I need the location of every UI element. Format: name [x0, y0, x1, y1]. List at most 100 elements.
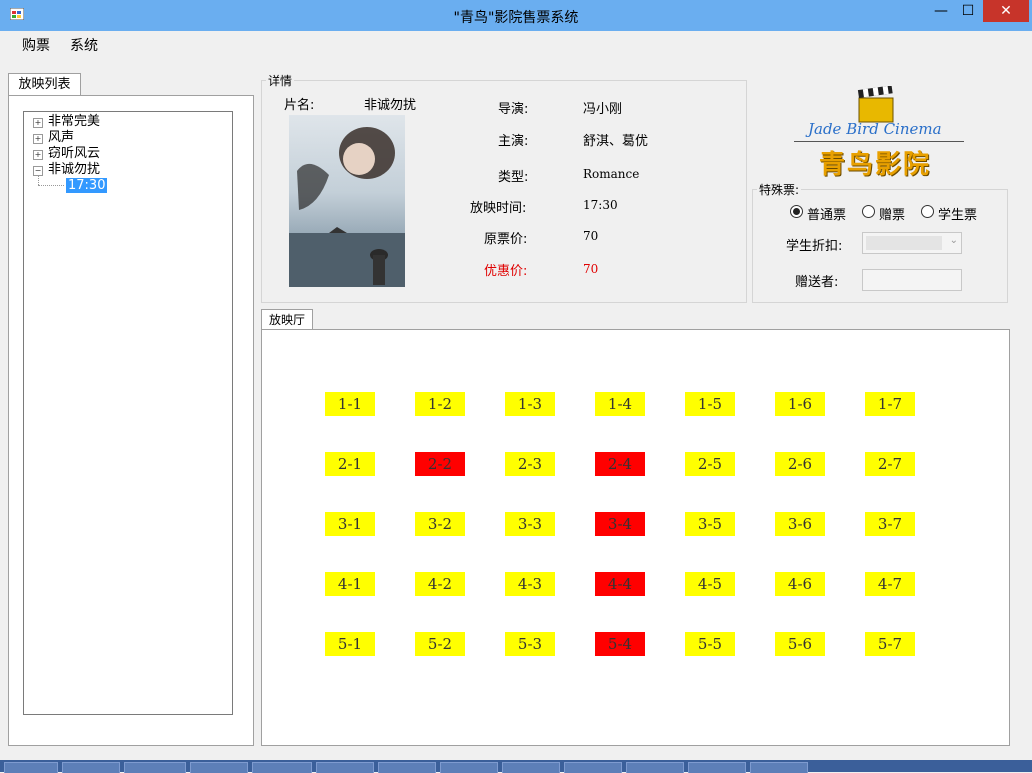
- seat-2-7[interactable]: 2-7: [865, 452, 915, 476]
- menu-bar: 购票 系统: [0, 31, 1032, 56]
- movie-poster: [289, 115, 405, 287]
- selected-time-label[interactable]: 17:30: [66, 178, 107, 193]
- taskbar-button[interactable]: [688, 762, 746, 773]
- seat-3-5[interactable]: 3-5: [685, 512, 735, 536]
- seat-5-4[interactable]: 5-4: [595, 632, 645, 656]
- menu-system[interactable]: 系统: [70, 35, 98, 55]
- taskbar: [0, 760, 1032, 772]
- seat-5-3[interactable]: 5-3: [505, 632, 555, 656]
- seat-3-6[interactable]: 3-6: [775, 512, 825, 536]
- seat-1-3[interactable]: 1-3: [505, 392, 555, 416]
- seat-5-2[interactable]: 5-2: [415, 632, 465, 656]
- taskbar-button[interactable]: [750, 762, 808, 773]
- seat-1-1[interactable]: 1-1: [325, 392, 375, 416]
- tree-line: [38, 176, 40, 185]
- expand-icon[interactable]: +: [33, 150, 43, 160]
- type-value: Romance: [583, 167, 639, 181]
- tab-hall[interactable]: 放映厅: [261, 309, 313, 330]
- seat-2-2[interactable]: 2-2: [415, 452, 465, 476]
- collapse-icon[interactable]: −: [33, 166, 43, 176]
- chevron-down-icon: ⌄: [950, 235, 958, 246]
- expand-icon[interactable]: +: [33, 118, 43, 128]
- seat-5-7[interactable]: 5-7: [865, 632, 915, 656]
- seat-4-3[interactable]: 4-3: [505, 572, 555, 596]
- seat-1-2[interactable]: 1-2: [415, 392, 465, 416]
- taskbar-button[interactable]: [4, 762, 58, 773]
- select-display: [866, 236, 942, 250]
- seat-1-4[interactable]: 1-4: [595, 392, 645, 416]
- clapperboard-icon: [856, 86, 896, 124]
- window-title: "青鸟"影院售票系统: [0, 7, 1032, 27]
- tree-time-item[interactable]: 17:30: [66, 178, 107, 193]
- seat-5-5[interactable]: 5-5: [685, 632, 735, 656]
- seat-3-3[interactable]: 3-3: [505, 512, 555, 536]
- taskbar-button[interactable]: [626, 762, 684, 773]
- seat-4-1[interactable]: 4-1: [325, 572, 375, 596]
- seat-4-5[interactable]: 4-5: [685, 572, 735, 596]
- showtime-label: 放映时间:: [470, 197, 526, 216]
- seat-3-7[interactable]: 3-7: [865, 512, 915, 536]
- normal-ticket-label[interactable]: 普通票: [807, 204, 846, 223]
- gift-ticket-label[interactable]: 赠票: [879, 204, 905, 223]
- seat-4-2[interactable]: 4-2: [415, 572, 465, 596]
- seat-2-4[interactable]: 2-4: [595, 452, 645, 476]
- tree-movie-item[interactable]: 窃听风云: [48, 146, 100, 161]
- maximize-button[interactable]: ☐: [953, 0, 983, 22]
- gift-ticket-radio[interactable]: [862, 205, 875, 218]
- taskbar-button[interactable]: [190, 762, 248, 773]
- seat-1-6[interactable]: 1-6: [775, 392, 825, 416]
- seat-1-5[interactable]: 1-5: [685, 392, 735, 416]
- logo-english-text: Jade Bird Cinema: [808, 120, 942, 138]
- expand-icon[interactable]: +: [33, 134, 43, 144]
- details-caption: 详情: [266, 72, 294, 89]
- student-discount-label: 学生折扣:: [786, 235, 842, 254]
- seat-1-7[interactable]: 1-7: [865, 392, 915, 416]
- showtime-value: 17:30: [583, 198, 618, 212]
- seat-2-3[interactable]: 2-3: [505, 452, 555, 476]
- taskbar-button[interactable]: [502, 762, 560, 773]
- taskbar-button[interactable]: [124, 762, 186, 773]
- seat-3-2[interactable]: 3-2: [415, 512, 465, 536]
- close-button[interactable]: ✕: [983, 0, 1029, 22]
- cinema-logo: Jade Bird Cinema 青鸟影院: [790, 84, 980, 182]
- normal-ticket-radio[interactable]: [790, 205, 803, 218]
- student-ticket-radio[interactable]: [921, 205, 934, 218]
- tab-screening-list[interactable]: 放映列表: [8, 73, 81, 96]
- director-value: 冯小刚: [583, 98, 622, 117]
- tree-movie-item[interactable]: 风声: [48, 130, 74, 145]
- taskbar-button[interactable]: [378, 762, 436, 773]
- seat-5-1[interactable]: 5-1: [325, 632, 375, 656]
- taskbar-button[interactable]: [316, 762, 374, 773]
- student-ticket-label[interactable]: 学生票: [938, 204, 977, 223]
- seat-4-4[interactable]: 4-4: [595, 572, 645, 596]
- seat-5-6[interactable]: 5-6: [775, 632, 825, 656]
- tree-movie-item[interactable]: 非诚勿扰: [48, 162, 100, 177]
- gifter-input[interactable]: [862, 269, 962, 291]
- seat-2-6[interactable]: 2-6: [775, 452, 825, 476]
- seat-4-7[interactable]: 4-7: [865, 572, 915, 596]
- taskbar-button[interactable]: [62, 762, 120, 773]
- seat-3-4[interactable]: 3-4: [595, 512, 645, 536]
- screening-tree[interactable]: + 非常完美 + 风声 + 窃听风云 − 非诚勿扰 17:30: [23, 111, 233, 715]
- director-label: 导演:: [498, 98, 528, 117]
- poster-image: [289, 115, 405, 287]
- taskbar-button[interactable]: [564, 762, 622, 773]
- taskbar-button[interactable]: [440, 762, 498, 773]
- student-discount-select[interactable]: ⌄: [862, 232, 962, 254]
- tree-movie-item[interactable]: 非常完美: [48, 114, 100, 129]
- title-bar: "青鸟"影院售票系统 — ☐ ✕: [0, 0, 1032, 31]
- logo-chinese-text: 青鸟影院: [819, 144, 931, 181]
- discount-value: 70: [583, 262, 598, 276]
- logo-divider: [794, 141, 964, 142]
- taskbar-button[interactable]: [252, 762, 312, 773]
- seat-2-5[interactable]: 2-5: [685, 452, 735, 476]
- seat-3-1[interactable]: 3-1: [325, 512, 375, 536]
- seat-4-6[interactable]: 4-6: [775, 572, 825, 596]
- gifter-label: 赠送者:: [795, 271, 838, 290]
- menu-buy-ticket[interactable]: 购票: [22, 35, 50, 55]
- seat-2-1[interactable]: 2-1: [325, 452, 375, 476]
- title-label: 片名:: [284, 94, 314, 113]
- actors-label: 主演:: [498, 130, 528, 149]
- title-value: 非诚勿扰: [364, 94, 416, 113]
- hall-panel: 1-1 1-2 1-3 1-4 1-5 1-6 1-7 2-1 2-2 2-3 2-4 2-5 2-6 2…: [261, 329, 1010, 746]
